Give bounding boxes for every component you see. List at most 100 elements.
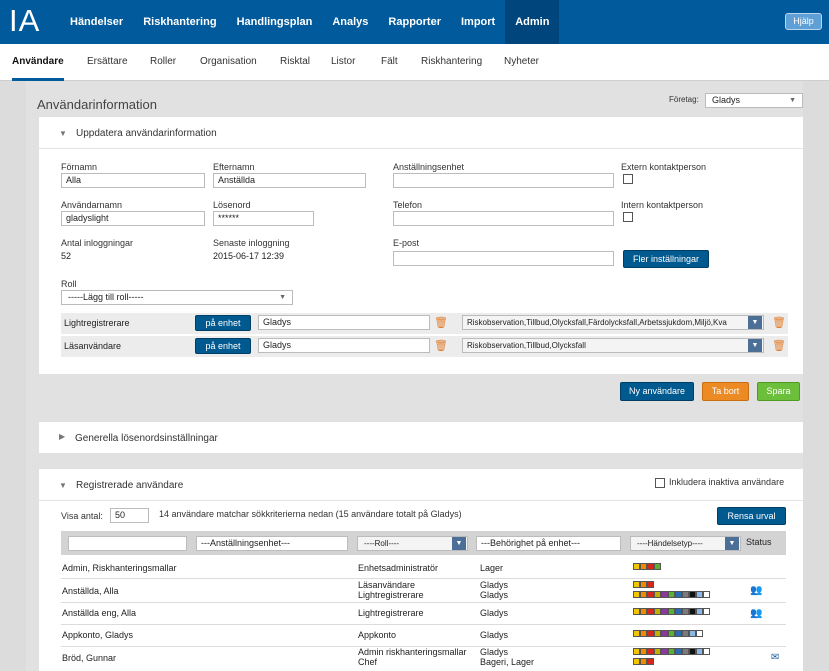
- role-row: Lightregistrerare på enhet Gladys 🗑 Risk…: [61, 313, 788, 334]
- permission-filter-input[interactable]: ---Behörighet på enhet---: [476, 536, 621, 551]
- delete-button[interactable]: Ta bort: [702, 382, 749, 401]
- save-button[interactable]: Spara: [757, 382, 800, 401]
- table-row[interactable]: Bröd, Gunnar Admin riskhanteringsmallar …: [61, 647, 786, 671]
- role-row: Läsanvändare på enhet Gladys 🗑 Riskobser…: [61, 336, 788, 357]
- unit-filter-input[interactable]: ---Anställningsenhet---: [196, 536, 348, 551]
- nav-rapporter[interactable]: Rapporter: [378, 0, 451, 44]
- on-unit-button[interactable]: på enhet: [195, 315, 251, 331]
- user-name: Bröd, Gunnar: [62, 653, 117, 663]
- tab-organisation[interactable]: Organisation: [200, 44, 257, 81]
- show-count-input[interactable]: 50: [110, 508, 149, 523]
- company-select-value: Gladys: [712, 95, 741, 105]
- nav-handelser[interactable]: Händelser: [60, 0, 133, 44]
- nav-analys[interactable]: Analys: [322, 0, 378, 44]
- user-name: Anställda eng, Alla: [62, 608, 137, 618]
- user-unit: Lager: [480, 563, 504, 573]
- logins-label: Antal inloggningar: [61, 238, 134, 248]
- tab-ersattare[interactable]: Ersättare: [87, 44, 128, 81]
- filter-row: ---Anställningsenhet--- ----Roll---- ▼ -…: [61, 531, 786, 555]
- role-unit-input[interactable]: Gladys: [258, 338, 430, 353]
- on-unit-button[interactable]: på enhet: [195, 338, 251, 354]
- trash-icon[interactable]: 🗑: [434, 316, 448, 329]
- table-row[interactable]: Admin, Riskhanteringsmallar Enhetsadmini…: [61, 558, 786, 579]
- event-type-indicators: [633, 581, 654, 588]
- password-label: Lösenord: [213, 200, 251, 210]
- role-label: Roll: [61, 279, 77, 289]
- chevron-down-icon: ▼: [452, 537, 466, 550]
- nav-import[interactable]: Import: [451, 0, 505, 44]
- email-input[interactable]: [393, 251, 614, 266]
- role-unit-input[interactable]: Gladys: [258, 315, 430, 330]
- new-user-button[interactable]: Ny användare: [620, 382, 694, 401]
- tab-roller[interactable]: Roller: [150, 44, 176, 81]
- password-settings-panel[interactable]: ▶ Generella lösenordsinställningar: [39, 422, 803, 453]
- table-row[interactable]: Anställda, Alla Läsanvändare Lightregist…: [61, 579, 786, 603]
- name-filter-input[interactable]: [68, 536, 187, 551]
- unit-label: Anställningsenhet: [393, 162, 465, 172]
- role-event-select[interactable]: Riskobservation,Tillbud,Olycksfall,Färdo…: [462, 315, 764, 330]
- last-login-label: Senaste inloggning: [213, 238, 290, 248]
- tab-falt[interactable]: Fält: [381, 44, 398, 81]
- group-icon[interactable]: 👥: [750, 585, 762, 596]
- chevron-down-icon: ▼: [789, 97, 796, 104]
- expand-triangle-icon: ▶: [59, 432, 66, 441]
- company-select[interactable]: Gladys ▼: [705, 93, 803, 108]
- user-role-secondary: Lightregistrerare: [358, 590, 424, 600]
- trash-icon[interactable]: 🗑: [772, 316, 786, 329]
- trash-icon[interactable]: 🗑: [772, 339, 786, 352]
- show-count-label: Visa antal:: [61, 511, 103, 521]
- role-event-value: Riskobservation,Tillbud,Olycksfall: [467, 341, 586, 350]
- trash-icon[interactable]: 🗑: [434, 339, 448, 352]
- include-inactive-label: Inkludera inaktiva användare: [669, 477, 785, 487]
- tab-riskhantering[interactable]: Riskhantering: [421, 44, 482, 81]
- event-type-filter-select[interactable]: ----Händelsetyp---- ▼: [630, 536, 741, 551]
- first-name-input[interactable]: Alla: [61, 173, 205, 188]
- reset-filter-button[interactable]: Rensa urval: [717, 507, 786, 525]
- tab-nyheter[interactable]: Nyheter: [504, 44, 539, 81]
- last-name-label: Efternamn: [213, 162, 255, 172]
- collapse-triangle-icon: ▼: [59, 481, 67, 490]
- app-logo: IA: [9, 3, 41, 38]
- company-label: Företag:: [669, 95, 699, 104]
- phone-input[interactable]: [393, 211, 614, 226]
- chevron-down-icon: ▼: [725, 537, 739, 550]
- last-name-input[interactable]: Anställda: [213, 173, 366, 188]
- last-login-value: 2015-06-17 12:39: [213, 251, 285, 261]
- tab-anvandare[interactable]: Användare: [12, 44, 64, 81]
- user-role: Appkonto: [358, 630, 397, 640]
- group-icon[interactable]: 👥: [750, 608, 762, 619]
- nav-handlingsplan[interactable]: Handlingsplan: [227, 0, 323, 44]
- user-role-secondary: Chef: [358, 657, 378, 667]
- unit-input[interactable]: [393, 173, 614, 188]
- external-contact-checkbox[interactable]: [623, 174, 633, 184]
- role-name: Läsanvändare: [64, 341, 122, 351]
- role-event-value: Riskobservation,Tillbud,Olycksfall,Färdo…: [467, 318, 727, 327]
- table-row[interactable]: Appkonto, Gladys Appkonto Gladys: [61, 625, 786, 647]
- add-role-select[interactable]: -----Lägg till roll----- ▼: [61, 290, 293, 305]
- update-user-header[interactable]: ▼ Uppdatera användarinformation: [39, 117, 803, 149]
- nav-admin[interactable]: Admin: [505, 0, 560, 44]
- email-label: E-post: [393, 238, 420, 248]
- event-type-indicators: [633, 648, 710, 655]
- more-settings-button[interactable]: Fler inställningar: [623, 250, 709, 268]
- tab-listor[interactable]: Listor: [331, 44, 355, 81]
- role-filter-select[interactable]: ----Roll---- ▼: [357, 536, 468, 551]
- mail-icon[interactable]: ✉: [771, 652, 779, 663]
- user-role: Lightregistrerare: [358, 608, 424, 618]
- internal-contact-checkbox[interactable]: [623, 212, 633, 222]
- include-inactive-checkbox[interactable]: [655, 478, 665, 488]
- update-user-title: Uppdatera användarinformation: [76, 128, 217, 139]
- internal-contact-label: Intern kontaktperson: [621, 200, 704, 210]
- help-button[interactable]: Hjälp: [785, 13, 822, 30]
- event-type-indicators: [633, 658, 654, 665]
- username-input[interactable]: gladyslight: [61, 211, 205, 226]
- user-unit-secondary: Gladys: [480, 590, 509, 600]
- first-name-label: Förnamn: [61, 162, 98, 172]
- tab-risktal[interactable]: Risktal: [280, 44, 310, 81]
- nav-riskhantering[interactable]: Riskhantering: [133, 0, 226, 44]
- table-row[interactable]: Anställda eng, Alla Lightregistrerare Gl…: [61, 603, 786, 625]
- role-event-select[interactable]: Riskobservation,Tillbud,Olycksfall ▼: [462, 338, 764, 353]
- password-input[interactable]: ******: [213, 211, 314, 226]
- user-unit: Gladys: [480, 630, 509, 640]
- role-filter-value: ----Roll----: [364, 539, 400, 548]
